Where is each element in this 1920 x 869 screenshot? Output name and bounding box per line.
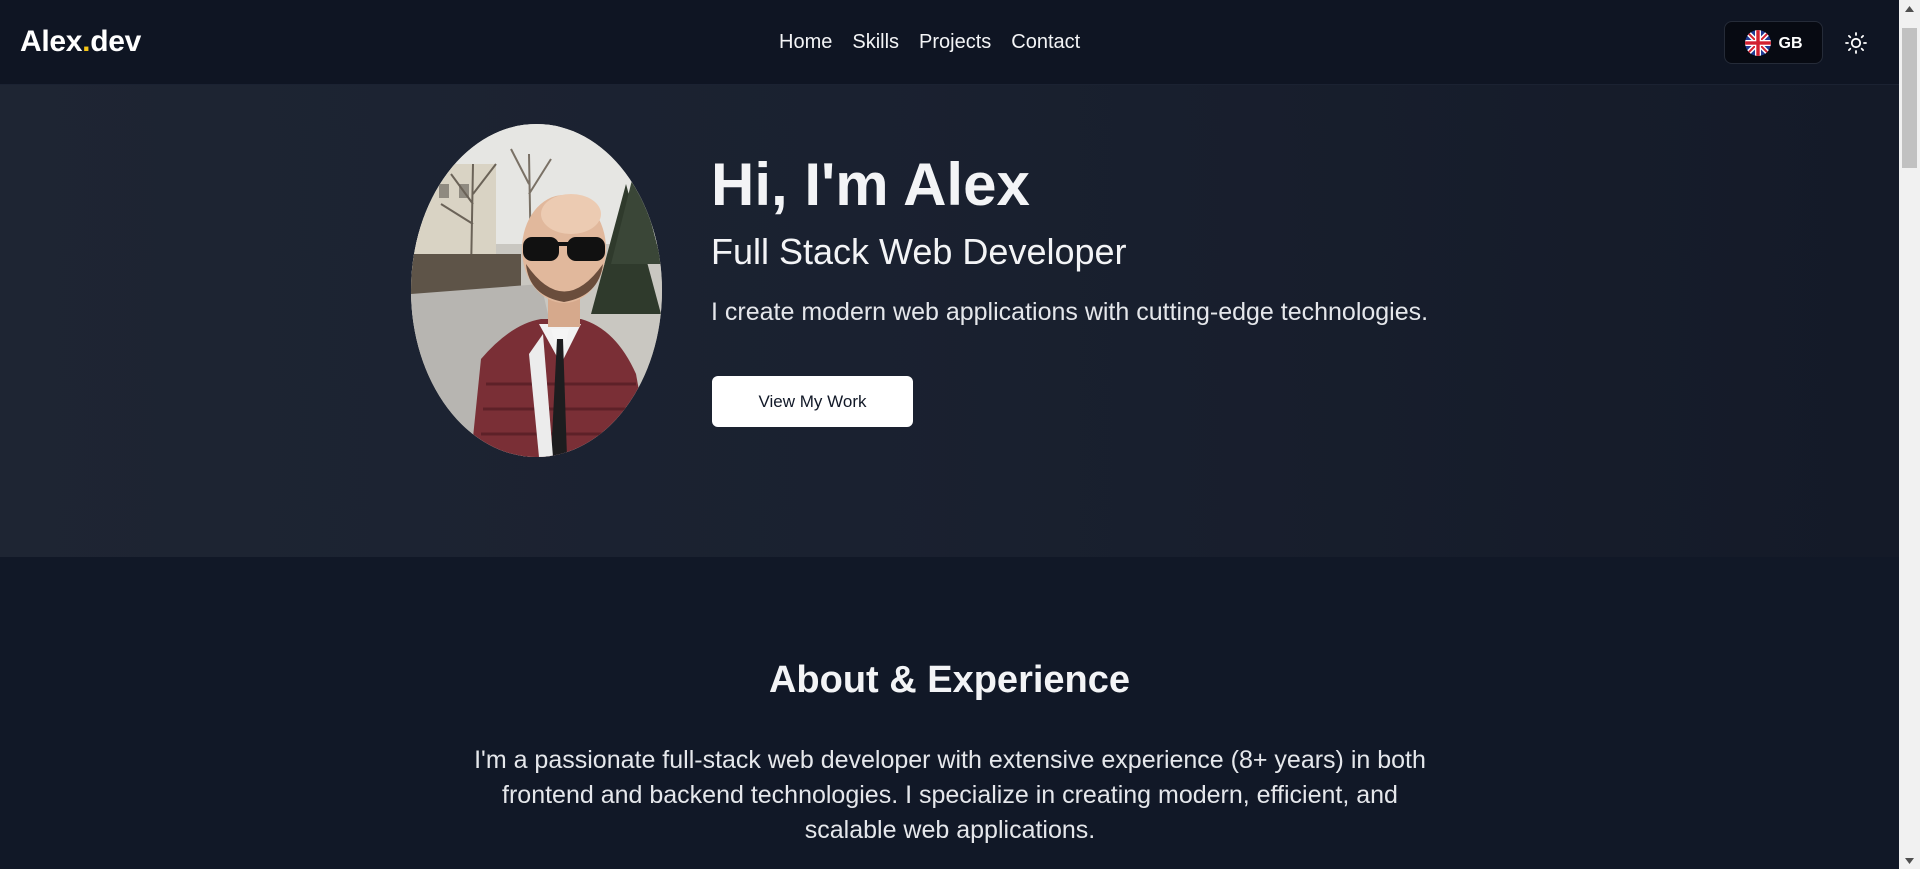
top-navbar: Alex. dev Home Skills Projects Contact G…: [0, 0, 1899, 85]
nav-contact[interactable]: Contact: [1011, 31, 1080, 54]
page-scrollbar[interactable]: [1899, 0, 1920, 869]
language-switcher[interactable]: GB: [1724, 21, 1823, 64]
hero-subtitle: Full Stack Web Developer: [711, 231, 1127, 272]
language-code: GB: [1778, 35, 1803, 52]
about-text: I'm a passionate full-stack web develope…: [474, 746, 1426, 844]
view-my-work-button[interactable]: View My Work: [712, 376, 913, 427]
uk-flag-icon: [1744, 29, 1771, 56]
hero-section: Hi, I'm Alex Full Stack Web Developer I …: [0, 85, 1899, 557]
hero-title: Hi, I'm Alex: [711, 151, 1030, 218]
scrollbar-thumb[interactable]: [1902, 28, 1917, 168]
logo-name: Alex: [20, 25, 83, 58]
sun-icon: [1845, 32, 1867, 54]
hero-text-block: Hi, I'm Alex Full Stack Web Developer I …: [711, 150, 1428, 328]
about-title: About & Experience: [768, 659, 1131, 701]
about-section: About & Experience I'm a passionate full…: [0, 557, 1899, 869]
hero-description: I create modern web applications with cu…: [711, 298, 1429, 326]
scroll-down-arrow-icon[interactable]: [1899, 852, 1920, 869]
nav-projects[interactable]: Projects: [919, 31, 991, 54]
page: Alex. dev Home Skills Projects Contact G…: [0, 0, 1920, 869]
main-nav: Home Skills Projects Contact: [779, 0, 1080, 85]
profile-photo: [411, 124, 662, 457]
logo-suffix: dev: [90, 25, 142, 58]
scroll-up-arrow-icon[interactable]: [1899, 0, 1920, 17]
logo-dot: .: [82, 25, 91, 58]
theme-toggle-button[interactable]: [1841, 29, 1871, 57]
profile-photo-illustration: [411, 124, 662, 457]
nav-skills[interactable]: Skills: [852, 31, 899, 54]
site-logo[interactable]: Alex. dev: [20, 25, 141, 59]
nav-home[interactable]: Home: [779, 31, 832, 54]
